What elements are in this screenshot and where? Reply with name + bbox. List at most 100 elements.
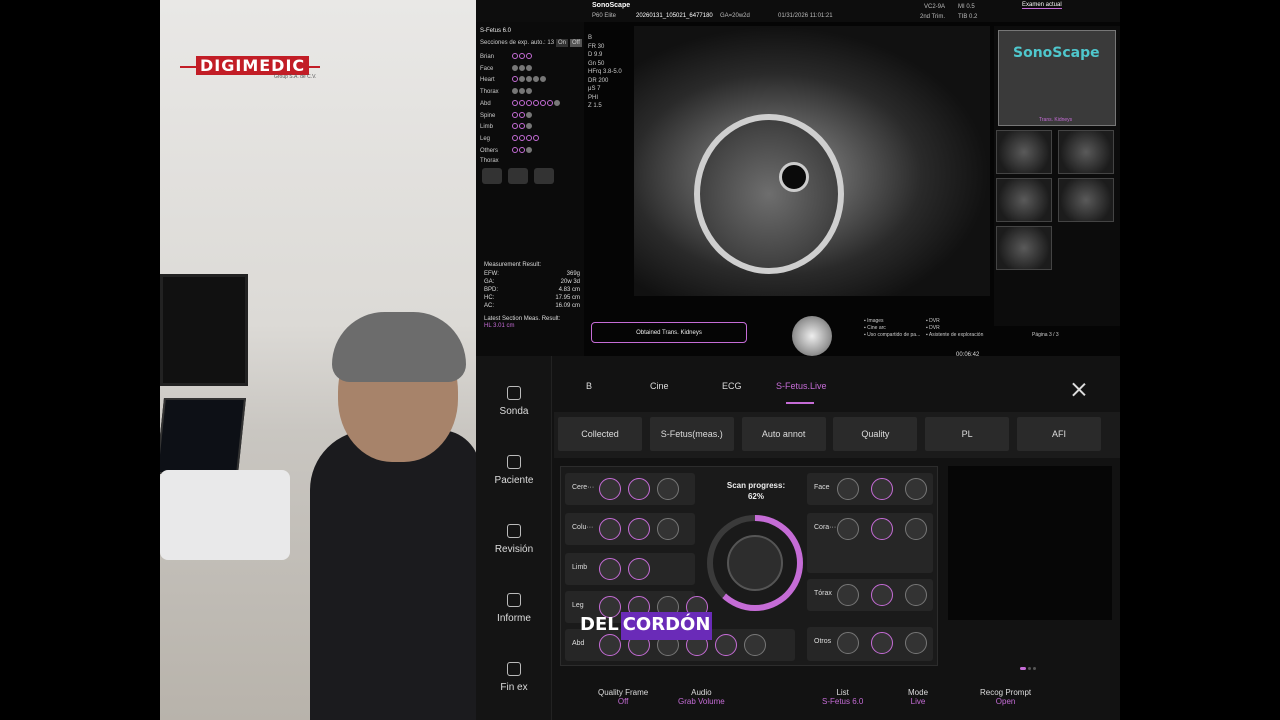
- thorax-thumb-1[interactable]: [482, 168, 502, 184]
- section-icon[interactable]: [905, 518, 927, 540]
- section-icon[interactable]: [871, 518, 893, 540]
- softkey[interactable]: Mode Live: [908, 688, 928, 706]
- section-dot: [519, 76, 525, 83]
- section-icon[interactable]: [871, 478, 893, 500]
- softkey-value: Open: [995, 697, 1016, 706]
- preview-box: [948, 466, 1112, 620]
- sfetus-row[interactable]: Face: [480, 64, 533, 74]
- sfetus-row[interactable]: Thorax: [480, 87, 533, 97]
- nav-probe[interactable]: Sonda: [476, 386, 552, 417]
- ultrasound-monitor: [160, 274, 248, 386]
- softkey[interactable]: Quality Frame Off: [598, 688, 648, 706]
- legend-item: ▪ Asistente de exploración: [926, 332, 984, 338]
- section-icon[interactable]: [599, 478, 621, 500]
- section-icon[interactable]: [905, 478, 927, 500]
- section-icon[interactable]: [657, 478, 679, 500]
- section-icon[interactable]: [905, 584, 927, 606]
- sfetus-row[interactable]: Others: [480, 146, 533, 156]
- nav-patient[interactable]: Paciente: [476, 455, 552, 486]
- scan-group[interactable]: Limb: [565, 553, 695, 585]
- param-line: μS 7: [588, 86, 601, 92]
- thumbnail[interactable]: [996, 178, 1052, 222]
- thumbnail[interactable]: [1058, 178, 1114, 222]
- tab-ecg[interactable]: ECG: [722, 381, 742, 391]
- toggle-on[interactable]: On: [556, 39, 569, 47]
- section-icon[interactable]: [628, 478, 650, 500]
- toolbar-afibutton[interactable]: AFI: [1017, 417, 1101, 451]
- sfetus-row[interactable]: Abd: [480, 99, 561, 109]
- sfetus-row[interactable]: Spine: [480, 111, 533, 121]
- measurement-value: 20w 3d: [560, 279, 580, 285]
- sfetus-row[interactable]: Limb: [480, 122, 533, 132]
- tab-s-fetus-live[interactable]: S-Fetus.Live: [776, 381, 827, 391]
- imaging-params: B FR 30 D 9.9 Gn 50 HFrq 3.8-5.0 DR 200 μS 7 PH…: [588, 34, 628, 111]
- toolbar-qualitybutton[interactable]: Quality: [833, 417, 918, 451]
- toggle-off[interactable]: Off: [570, 39, 582, 47]
- param-line: Gn 50: [588, 60, 605, 67]
- toolbar-s-fetus-meas-button[interactable]: S-Fetus(meas.): [649, 417, 734, 451]
- softkey[interactable]: Recog Prompt Open: [980, 688, 1031, 706]
- touch-panel: [160, 398, 246, 474]
- fetus-icon: [727, 535, 783, 591]
- section-dot: [526, 53, 532, 59]
- scan-group[interactable]: Cora···: [807, 513, 933, 573]
- softkey-label: Mode: [908, 688, 929, 697]
- section-icon[interactable]: [628, 558, 650, 580]
- nav-end-exam[interactable]: Fin ex: [476, 662, 552, 693]
- sfetus-row[interactable]: Heart: [480, 75, 547, 85]
- scan-group[interactable]: Colu···: [565, 513, 695, 545]
- param-line: FR 30: [588, 43, 605, 50]
- sfetus-row[interactable]: Brian: [480, 52, 533, 62]
- thorax-thumb-3[interactable]: [534, 168, 554, 184]
- thumbnail[interactable]: [996, 130, 1052, 174]
- section-icon[interactable]: [837, 584, 859, 606]
- report-icon: [507, 593, 521, 607]
- section-icon[interactable]: [599, 518, 621, 540]
- section-dot: [512, 99, 518, 106]
- page-dots[interactable]: [1020, 657, 1040, 670]
- close-icon[interactable]: [1072, 382, 1086, 396]
- scan-group[interactable]: Otros: [807, 627, 933, 661]
- section-icon[interactable]: [837, 632, 859, 654]
- digimedic-logo: DIGIMEDIC Group S.A. de C.V.: [180, 46, 320, 86]
- selected-thumbnail[interactable]: SonoScape Trans. Kidneys: [998, 30, 1116, 126]
- section-dot: [512, 64, 518, 71]
- stomach-bubble: [779, 162, 809, 192]
- toolbar-plbutton[interactable]: PL: [925, 417, 1010, 451]
- scan-group[interactable]: Tórax: [807, 579, 933, 611]
- section-icon[interactable]: [871, 584, 893, 606]
- section-icon[interactable]: [715, 634, 737, 656]
- section-icon[interactable]: [599, 558, 621, 580]
- section-dot: [519, 64, 525, 71]
- section-icon[interactable]: [837, 478, 859, 500]
- softkey[interactable]: List S-Fetus 6.0: [822, 688, 863, 706]
- toolbar-collectedbutton[interactable]: Collected: [558, 417, 642, 451]
- trackball[interactable]: [792, 316, 832, 356]
- thumbnail[interactable]: [1058, 130, 1114, 174]
- thumbnail[interactable]: [996, 226, 1052, 270]
- softkey[interactable]: Audio Grab Volume: [678, 688, 725, 706]
- thorax-thumb-2[interactable]: [508, 168, 528, 184]
- section-icon[interactable]: [628, 518, 650, 540]
- section-icon[interactable]: [871, 632, 893, 654]
- sfetus-row-label: Heart: [480, 77, 495, 84]
- scan-group[interactable]: Cere···: [565, 473, 695, 505]
- section-icon[interactable]: [744, 634, 766, 656]
- section-icon[interactable]: [905, 632, 927, 654]
- measurement-key: GA:: [484, 279, 495, 285]
- sfetus-row[interactable]: Leg: [480, 134, 540, 144]
- scan-group[interactable]: Face: [807, 473, 933, 505]
- param-line: Z 1.5: [588, 103, 602, 109]
- section-icon[interactable]: [657, 518, 679, 540]
- nav-report[interactable]: Informe: [476, 593, 552, 624]
- scan-group-label: Cora···: [814, 524, 837, 531]
- section-dot: [526, 146, 532, 153]
- section-icon[interactable]: [837, 518, 859, 540]
- toolbar-auto-annotbutton[interactable]: Auto annot: [741, 417, 826, 451]
- nav-review[interactable]: Revisión: [476, 524, 552, 555]
- sfetus-row-label: Abd: [480, 100, 491, 107]
- tab-cine[interactable]: Cine: [650, 381, 669, 391]
- section-dots: [512, 134, 540, 143]
- tab-b[interactable]: B: [586, 381, 592, 391]
- measurement-key: AC:: [484, 303, 495, 309]
